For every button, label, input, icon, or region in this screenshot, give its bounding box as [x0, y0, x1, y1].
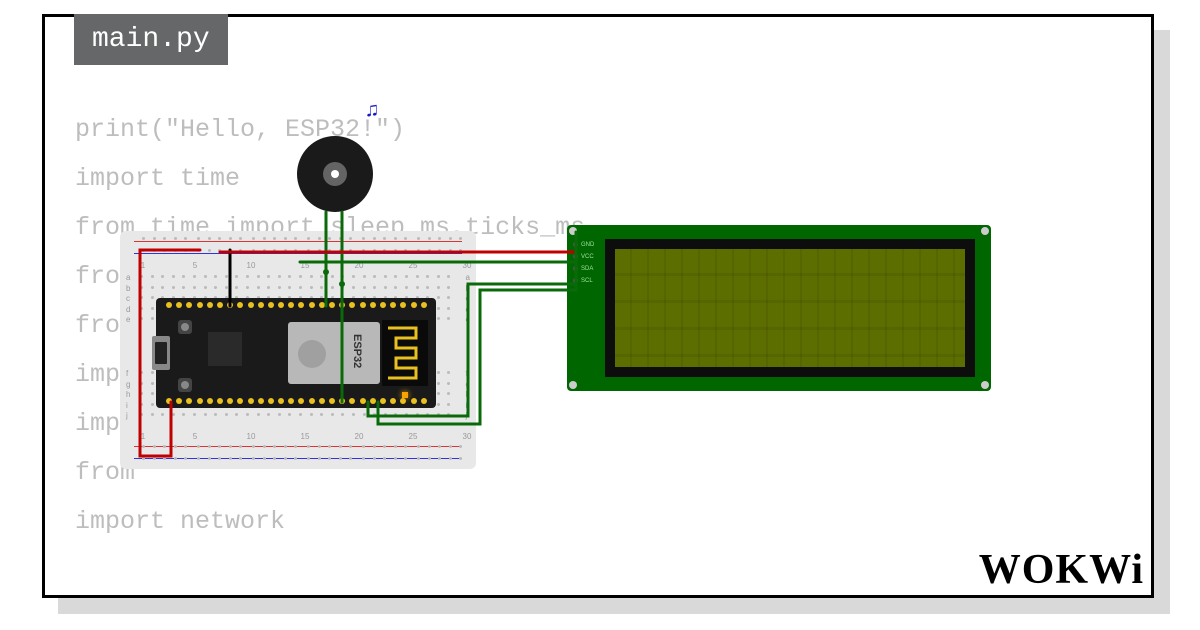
- power-rail-bot-neg: [134, 458, 462, 459]
- wokwi-logo: WOKWi: [979, 546, 1144, 594]
- screw-icon: [569, 381, 577, 389]
- filename-tab[interactable]: main.py: [74, 14, 228, 65]
- power-rail-bot-pos: [134, 446, 462, 447]
- regulator-chip: [208, 332, 242, 366]
- pcb-antenna: [382, 320, 428, 386]
- screw-icon: [981, 381, 989, 389]
- micro-usb-port: [152, 336, 170, 370]
- row-labels-right-top: abcde: [466, 273, 470, 326]
- esp32-devkit[interactable]: ESP32: [156, 298, 436, 408]
- reset-button[interactable]: [178, 320, 192, 334]
- row-labels-right-bot: fghij: [466, 369, 470, 422]
- esp32-rf-shield: [288, 322, 380, 384]
- piezo-buzzer[interactable]: [297, 136, 373, 212]
- lcd-display-area: [615, 249, 965, 367]
- header-pins-bottom: [166, 398, 427, 404]
- lcd-bezel: [605, 239, 975, 377]
- power-rail-top-neg: [134, 253, 462, 254]
- boot-button[interactable]: [178, 378, 192, 392]
- power-led-icon: [402, 392, 408, 398]
- screw-icon: [569, 227, 577, 235]
- row-labels-left-bot: fghij: [126, 369, 130, 422]
- i2c-pin-labels: GND VCC SDA SCL: [573, 239, 594, 287]
- col-labels-top: 151015202530: [138, 261, 474, 270]
- row-labels-left-top: abcde: [126, 273, 130, 326]
- esp32-shield-label: ESP32: [351, 334, 363, 368]
- screw-icon: [981, 227, 989, 235]
- lcd-2004-i2c[interactable]: GND VCC SDA SCL: [567, 225, 991, 391]
- header-pins-top: [166, 302, 427, 308]
- music-note-icon: ♫: [366, 100, 378, 123]
- power-rail-top-pos: [134, 241, 462, 242]
- col-labels-bot: 151015202530: [138, 432, 474, 441]
